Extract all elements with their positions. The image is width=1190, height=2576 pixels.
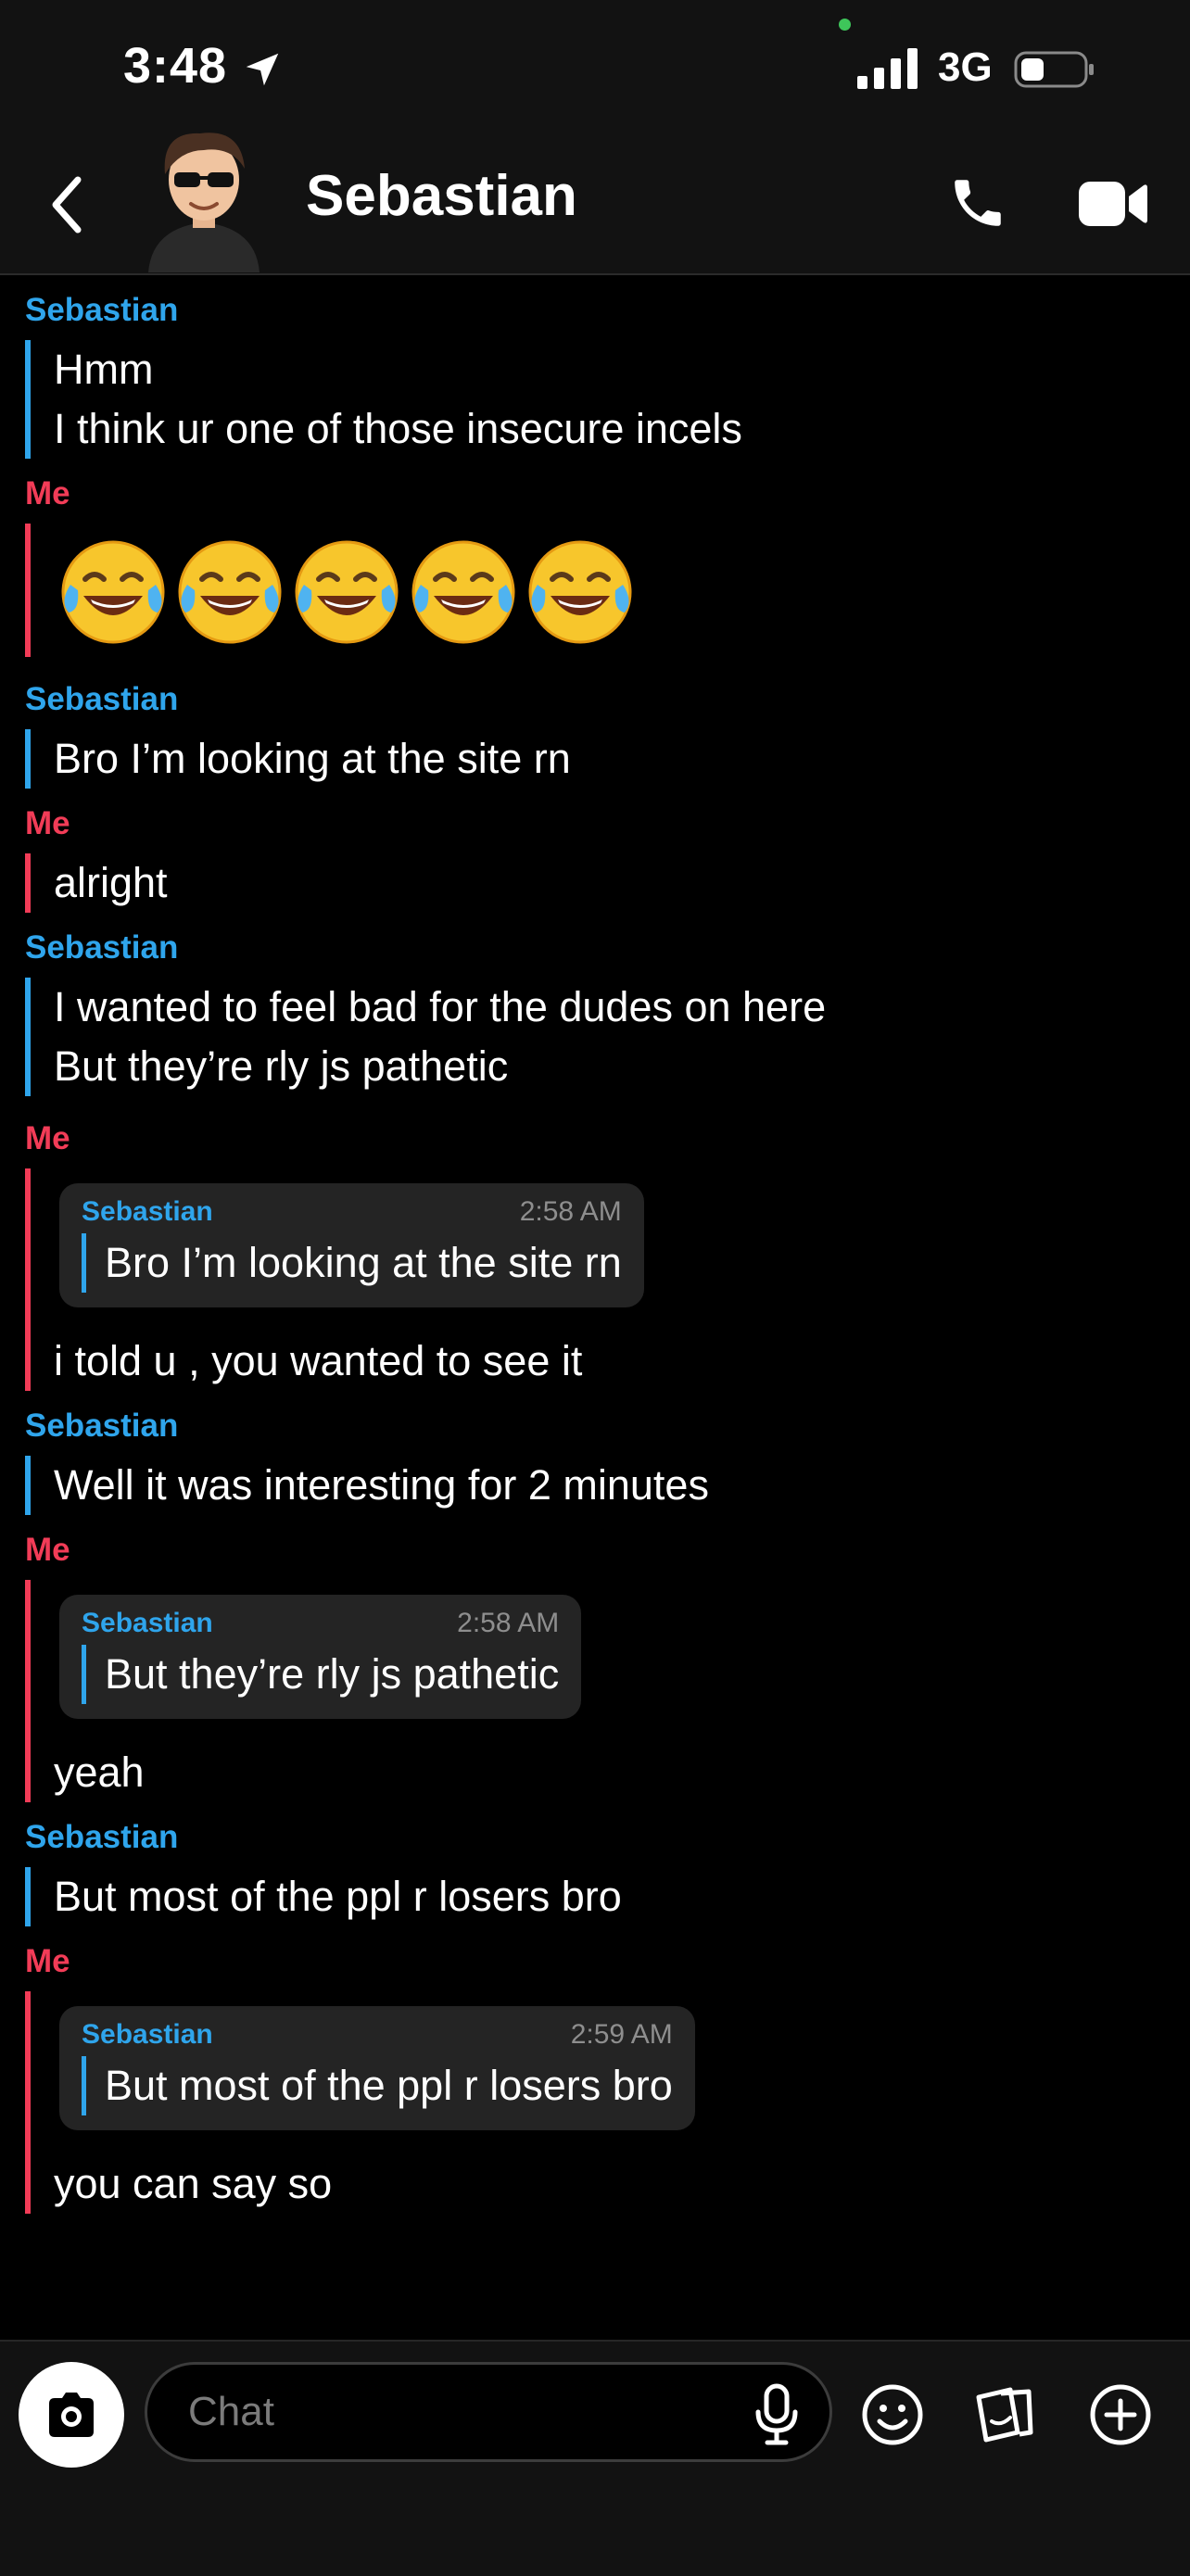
sender-label: Sebastian	[25, 1408, 179, 1444]
message-text[interactable]: alright	[54, 853, 1190, 913]
message-text[interactable]: Hmm	[54, 340, 1190, 399]
message-text[interactable]: I wanted to feel bad for the dudes on he…	[54, 978, 1190, 1037]
emoji-picker-icon[interactable]	[860, 2382, 925, 2447]
sender-label: Sebastian	[25, 681, 179, 717]
message-group: I wanted to feel bad for the dudes on he…	[25, 978, 1190, 1096]
camera-icon	[49, 2393, 94, 2437]
chat-header: Sebastian	[0, 133, 1190, 275]
message-text[interactable]: you can say so	[54, 2154, 1190, 2214]
add-plus-icon[interactable]	[1088, 2382, 1153, 2447]
sender-label: Sebastian	[25, 929, 179, 966]
quote-sender: Sebastian	[82, 1196, 213, 1227]
quote-text: Bro I’m looking at the site rn	[82, 1233, 622, 1293]
sender-label: Me	[25, 1120, 70, 1156]
message-group: Bro I’m looking at the site rn	[25, 729, 1190, 789]
message-group	[25, 524, 1190, 657]
quote-time: 2:59 AM	[570, 2019, 673, 2050]
message-group: alright	[25, 853, 1190, 913]
message-text[interactable]: Well it was interesting for 2 minutes	[54, 1456, 1190, 1515]
face-with-tears-of-joy-icon	[528, 540, 632, 644]
message-text[interactable]: But most of the ppl r losers bro	[54, 1867, 1190, 1926]
face-with-tears-of-joy-icon	[411, 540, 515, 644]
contact-name[interactable]: Sebastian	[306, 163, 577, 229]
quote-time: 2:58 AM	[519, 1196, 622, 1227]
composer-bar	[0, 2340, 1190, 2576]
status-time: 3:48	[123, 38, 228, 94]
sender-label: Me	[25, 475, 70, 511]
face-with-tears-of-joy-icon	[295, 540, 399, 644]
battery-icon	[1014, 51, 1094, 88]
message-group: Sebastian 2:59 AM But most of the ppl r …	[25, 1991, 1190, 2214]
message-text[interactable]: But they’re rly js pathetic	[54, 1037, 1190, 1096]
chat-input[interactable]	[145, 2362, 832, 2462]
phone-call-icon[interactable]	[947, 172, 1008, 234]
message-group: Well it was interesting for 2 minutes	[25, 1456, 1190, 1515]
face-with-tears-of-joy-icon	[178, 540, 282, 644]
message-text[interactable]: yeah	[54, 1743, 1190, 1802]
quoted-reply[interactable]: Sebastian 2:58 AM Bro I’m looking at the…	[59, 1183, 644, 1307]
sender-label: Me	[25, 1532, 70, 1568]
message-group: Hmm I think ur one of those insecure inc…	[25, 340, 1190, 459]
message-group: Sebastian 2:58 AM But they’re rly js pat…	[25, 1580, 1190, 1802]
video-call-icon[interactable]	[1079, 176, 1147, 232]
back-chevron-icon[interactable]	[44, 172, 91, 237]
message-list[interactable]: Sebastian Hmm I think ur one of those in…	[0, 275, 1190, 2340]
avatar[interactable]	[139, 113, 269, 272]
message-group: But most of the ppl r losers bro	[25, 1867, 1190, 1926]
microphone-icon[interactable]	[751, 2382, 803, 2447]
quote-time: 2:58 AM	[457, 1608, 560, 1638]
camera-button[interactable]	[19, 2362, 124, 2468]
sender-label: Me	[25, 1943, 70, 1979]
sender-label: Me	[25, 805, 70, 841]
quote-text: But they’re rly js pathetic	[82, 1645, 559, 1704]
message-text[interactable]: I think ur one of those insecure incels	[54, 399, 1190, 459]
quote-text: But most of the ppl r losers bro	[82, 2056, 673, 2115]
network-type: 3G	[938, 44, 993, 90]
quote-sender: Sebastian	[82, 2019, 213, 2050]
sender-label: Sebastian	[25, 1819, 179, 1855]
privacy-indicator-dot	[839, 19, 851, 31]
message-text[interactable]: Bro I’m looking at the site rn	[54, 729, 1190, 789]
quote-sender: Sebastian	[82, 1608, 213, 1638]
quoted-reply[interactable]: Sebastian 2:59 AM But most of the ppl r …	[59, 2006, 695, 2130]
sender-label: Sebastian	[25, 292, 179, 328]
emoji-message[interactable]	[54, 524, 1190, 657]
cellular-signal-icon	[857, 48, 918, 89]
sticker-gallery-icon[interactable]	[973, 2380, 1040, 2447]
face-with-tears-of-joy-icon	[61, 540, 165, 644]
message-text[interactable]: i told u , you wanted to see it	[54, 1332, 1190, 1391]
message-group: Sebastian 2:58 AM Bro I’m looking at the…	[25, 1168, 1190, 1391]
location-arrow-icon	[246, 53, 279, 86]
quoted-reply[interactable]: Sebastian 2:58 AM But they’re rly js pat…	[59, 1595, 582, 1719]
